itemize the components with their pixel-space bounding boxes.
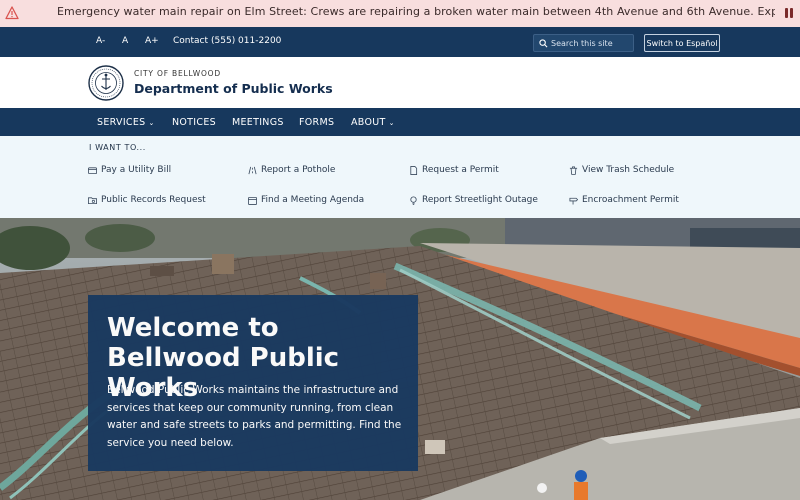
pause-icon[interactable] (782, 6, 796, 20)
nav-item-meetings[interactable]: MEETINGS (232, 117, 284, 128)
department-title[interactable]: Department of Public Works (134, 81, 333, 96)
quick-link-pay-utility-bill[interactable]: Pay a Utility Bill (88, 165, 171, 175)
search-input[interactable] (551, 36, 633, 50)
nav-item-label: NOTICES (172, 117, 216, 128)
signpost-icon (569, 197, 578, 205)
quick-link-public-records-request[interactable]: Public Records Request (88, 195, 206, 205)
quick-link-label: Pay a Utility Bill (101, 165, 172, 175)
chevron-down-icon: ⌄ (388, 119, 395, 127)
city-name: CITY OF BELLWOOD (134, 69, 221, 78)
credit-card-icon (88, 166, 97, 174)
trash-icon (569, 165, 578, 175)
quick-link-label: Find a Meeting Agenda (261, 195, 365, 205)
quick-link-find-meeting-agenda[interactable]: Find a Meeting Agenda (248, 195, 364, 205)
contact-link[interactable]: Contact (173, 36, 208, 46)
warning-triangle-icon (5, 6, 19, 20)
utility-bar: A- A A+ Contact (555) 011-2200 Switch to… (0, 27, 800, 57)
quick-link-view-trash-schedule[interactable]: View Trash Schedule (569, 165, 674, 175)
city-seal-logo[interactable] (88, 65, 124, 101)
quick-link-label: Report a Pothole (261, 165, 336, 175)
quick-link-label: Report Streetlight Outage (422, 195, 538, 205)
phone-number[interactable]: (555) 011-2200 (211, 36, 281, 46)
nav-item-label: MEETINGS (232, 117, 284, 128)
text-size-normal-button[interactable]: A (122, 36, 128, 46)
quick-link-report-pothole[interactable]: Report a Pothole (248, 165, 335, 175)
lightbulb-icon (410, 195, 417, 205)
quick-link-report-streetlight-outage[interactable]: Report Streetlight Outage (409, 195, 538, 205)
nav-item-forms[interactable]: FORMS (299, 117, 334, 128)
quick-links-panel: I WANT TO... Pay a Utility Bill Report a… (0, 136, 800, 218)
hero-welcome-card: Welcome to Bellwood Public Works Bellwoo… (88, 295, 418, 471)
nav-item-about[interactable]: ABOUT ⌄ (351, 117, 395, 128)
quick-link-encroachment-permit[interactable]: Encroachment Permit (569, 195, 679, 205)
quick-links-title: I WANT TO... (89, 143, 146, 152)
alert-message: Emergency water main repair on Elm Stree… (57, 5, 775, 18)
hero-description: Bellwood Public Works maintains the infr… (107, 384, 402, 449)
site-header: CITY OF BELLWOOD Department of Public Wo… (0, 57, 800, 108)
text-size-increase-button[interactable]: A+ (145, 36, 159, 46)
quick-link-label: Request a Permit (422, 165, 499, 175)
document-icon (410, 165, 418, 175)
road-icon (248, 166, 257, 174)
quick-link-label: View Trash Schedule (582, 165, 675, 175)
main-navigation: SERVICES ⌄ NOTICES MEETINGS FORMS ABOUT ⌄ (0, 108, 800, 136)
calendar-icon (248, 196, 257, 205)
quick-link-label: Encroachment Permit (582, 195, 679, 205)
folder-search-icon (88, 196, 97, 204)
switch-language-button[interactable]: Switch to Español (644, 34, 720, 52)
text-size-decrease-button[interactable]: A- (96, 36, 105, 46)
nav-item-label: SERVICES (97, 117, 146, 128)
search-box (533, 34, 634, 52)
emergency-alert-banner: Emergency water main repair on Elm Stree… (0, 0, 800, 27)
chevron-down-icon: ⌄ (148, 119, 155, 127)
nav-item-services[interactable]: SERVICES ⌄ (97, 117, 155, 128)
search-icon (539, 39, 548, 48)
quick-link-label: Public Records Request (101, 195, 206, 205)
quick-link-request-permit[interactable]: Request a Permit (409, 165, 499, 175)
hero-section: Welcome to Bellwood Public Works Bellwoo… (0, 218, 800, 500)
nav-item-label: ABOUT (351, 117, 386, 128)
nav-item-label: FORMS (299, 117, 335, 128)
nav-item-notices[interactable]: NOTICES (172, 117, 216, 128)
